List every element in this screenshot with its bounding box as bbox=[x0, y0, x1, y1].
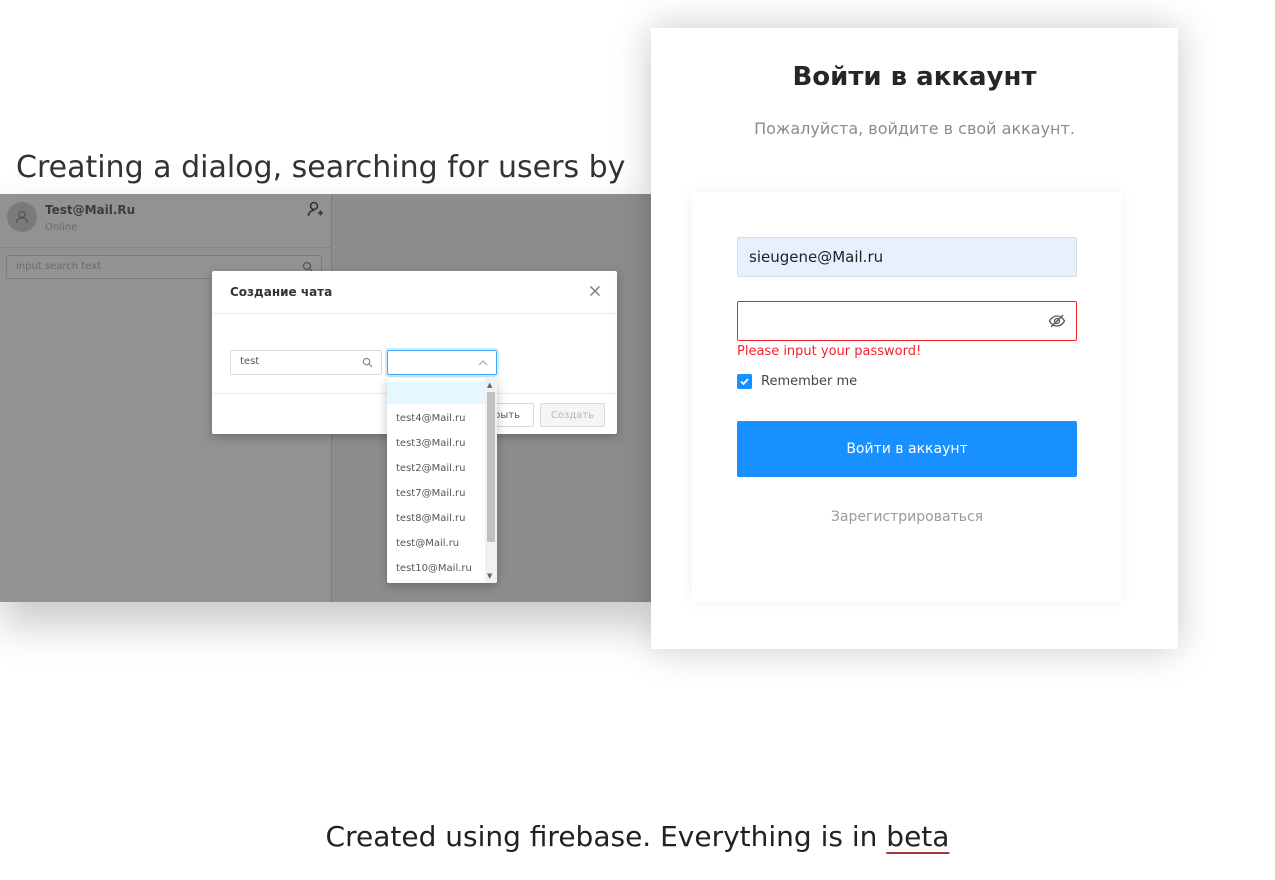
dropdown-scrollbar[interactable]: ▲ ▼ bbox=[485, 378, 497, 583]
user-search-input[interactable]: test bbox=[230, 350, 382, 375]
dropdown-option[interactable]: test8@Mail.ru bbox=[387, 506, 485, 531]
dropdown-option[interactable]: test2@Mail.ru bbox=[387, 456, 485, 481]
dropdown-option[interactable]: test@Mail.ru bbox=[387, 531, 485, 556]
close-icon[interactable] bbox=[589, 285, 601, 297]
login-title: Войти в аккаунт bbox=[792, 62, 1037, 92]
login-form: Please input your password! Remember me … bbox=[692, 192, 1122, 602]
dropdown-option[interactable]: test4@Mail.ru bbox=[387, 406, 485, 431]
create-button[interactable]: Создать bbox=[540, 403, 605, 427]
chat-app-screenshot: Test@Mail.Ru Online input search text Со… bbox=[0, 194, 652, 602]
divider bbox=[212, 313, 617, 314]
divider bbox=[0, 247, 332, 248]
headline-text: Creating a dialog, searching for users b… bbox=[16, 150, 628, 185]
user-select-dropdown: test4@Mail.ru test3@Mail.ru test2@Mail.r… bbox=[387, 378, 497, 583]
chevron-up-icon bbox=[478, 360, 488, 366]
add-user-icon[interactable] bbox=[306, 200, 324, 218]
register-link[interactable]: Зарегистрироваться bbox=[737, 509, 1077, 525]
scrollbar-thumb[interactable] bbox=[487, 392, 495, 542]
user-name: Test@Mail.Ru bbox=[45, 203, 136, 217]
email-field[interactable] bbox=[737, 237, 1077, 277]
password-field-wrapper bbox=[737, 301, 1077, 341]
login-subtitle: Пожалуйста, войдите в свой аккаунт. bbox=[754, 119, 1075, 138]
user-select[interactable] bbox=[387, 350, 497, 375]
scroll-up-arrow-icon[interactable]: ▲ bbox=[487, 381, 492, 389]
eye-invisible-icon[interactable] bbox=[1048, 312, 1066, 330]
dialog-title: Создание чата bbox=[230, 285, 333, 299]
dropdown-option[interactable]: test10@Mail.ru bbox=[387, 556, 485, 581]
dropdown-option[interactable]: test3@Mail.ru bbox=[387, 431, 485, 456]
dropdown-options: test4@Mail.ru test3@Mail.ru test2@Mail.r… bbox=[387, 406, 485, 581]
user-status: Online bbox=[45, 222, 78, 233]
checkmark-icon bbox=[740, 377, 749, 385]
search-icon bbox=[362, 357, 373, 368]
login-card: Войти в аккаунт Пожалуйста, войдите в св… bbox=[651, 28, 1178, 649]
caption-beta: beta bbox=[886, 820, 950, 853]
user-icon bbox=[15, 210, 29, 224]
caption-text: Created using firebase. Everything is in bbox=[325, 820, 887, 853]
current-user-panel: Test@Mail.Ru Online bbox=[0, 194, 332, 242]
user-search-value: test bbox=[240, 356, 260, 367]
password-field[interactable] bbox=[738, 302, 1038, 340]
avatar bbox=[7, 202, 37, 232]
remember-me-label: Remember me bbox=[761, 373, 858, 389]
login-button[interactable]: Войти в аккаунт bbox=[737, 421, 1077, 477]
scroll-down-arrow-icon[interactable]: ▼ bbox=[487, 572, 492, 580]
remember-me-checkbox[interactable]: Remember me bbox=[737, 372, 857, 390]
footer-caption: Created using firebase. Everything is in… bbox=[0, 820, 1275, 853]
dropdown-active-option[interactable] bbox=[387, 382, 485, 404]
checkbox-checked[interactable] bbox=[737, 373, 752, 389]
sidebar-search-placeholder: input search text bbox=[16, 261, 102, 272]
password-error: Please input your password! bbox=[737, 344, 922, 359]
dropdown-option[interactable]: test7@Mail.ru bbox=[387, 481, 485, 506]
